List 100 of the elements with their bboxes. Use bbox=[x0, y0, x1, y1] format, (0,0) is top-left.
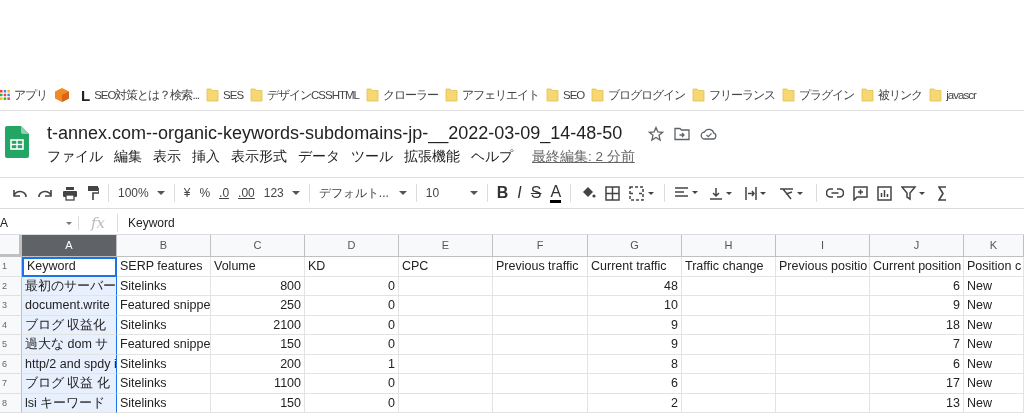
column-header[interactable]: C bbox=[211, 235, 305, 257]
row-number[interactable]: 7 bbox=[0, 374, 22, 394]
column-header[interactable]: H bbox=[682, 235, 776, 257]
bookmark-item[interactable]: アプリ bbox=[0, 87, 47, 103]
column-header[interactable]: B bbox=[117, 235, 211, 257]
column-header[interactable]: G bbox=[588, 235, 682, 257]
bookmark-folder[interactable]: プラグイン bbox=[782, 87, 855, 103]
bookmark-folder[interactable]: デザインCSSHTML bbox=[250, 87, 359, 103]
table-cell: New bbox=[964, 393, 1024, 413]
cube-icon[interactable] bbox=[54, 87, 70, 103]
comment-icon[interactable] bbox=[853, 185, 869, 201]
table-cell: 17 bbox=[870, 374, 964, 394]
row-number[interactable]: 3 bbox=[0, 296, 22, 316]
column-header[interactable]: A bbox=[22, 235, 117, 257]
chart-icon[interactable] bbox=[877, 185, 893, 201]
column-header[interactable]: K bbox=[964, 235, 1024, 257]
sheets-logo-icon[interactable] bbox=[5, 126, 29, 158]
folder-icon bbox=[366, 88, 379, 102]
undo-icon[interactable] bbox=[12, 187, 28, 199]
row-number[interactable]: 1 bbox=[0, 257, 22, 277]
bookmark-folder[interactable]: クローラー bbox=[366, 87, 438, 103]
table-cell: Featured snippe bbox=[117, 335, 211, 355]
menu-item[interactable]: 編集 bbox=[114, 148, 142, 166]
column-header[interactable]: F bbox=[493, 235, 588, 257]
zoom-dropdown[interactable]: 100% bbox=[118, 186, 165, 200]
name-box[interactable]: A bbox=[0, 216, 79, 230]
row-number[interactable]: 8 bbox=[0, 393, 22, 413]
column-header[interactable]: E bbox=[399, 235, 493, 257]
redo-icon[interactable] bbox=[37, 187, 53, 199]
row-number[interactable]: 2 bbox=[0, 276, 22, 296]
row-number[interactable]: 6 bbox=[0, 354, 22, 374]
table-cell: 9 bbox=[588, 335, 682, 355]
table-cell: 0 bbox=[305, 335, 399, 355]
star-icon[interactable] bbox=[648, 125, 665, 142]
folder-icon bbox=[929, 88, 943, 102]
paint-format-icon[interactable] bbox=[87, 185, 99, 201]
bookmark-folder[interactable]: 被リンク bbox=[861, 87, 923, 103]
folder-icon bbox=[250, 88, 264, 102]
bookmark-folder[interactable]: SEO bbox=[546, 88, 585, 102]
menu-item[interactable]: 表示形式 bbox=[231, 148, 287, 166]
menu-item[interactable]: 挿入 bbox=[192, 148, 220, 166]
bookmark-folder[interactable]: javascr bbox=[929, 88, 976, 102]
table-cell: Sitelinks bbox=[117, 374, 211, 394]
table-cell: New bbox=[964, 296, 1024, 316]
bold-button[interactable]: B bbox=[496, 184, 509, 202]
table-cell: 6 bbox=[588, 374, 682, 394]
font-size-dropdown[interactable]: 10 bbox=[425, 186, 478, 200]
table-cell: Previous positio bbox=[776, 257, 870, 277]
table-cell: 0 bbox=[305, 296, 399, 316]
table-cell: CPC bbox=[399, 257, 493, 277]
bookmark-folder[interactable]: ブログログイン bbox=[591, 87, 686, 103]
table-cell: 過大な dom サ bbox=[22, 335, 117, 355]
number-format-dropdown[interactable]: 123 bbox=[263, 186, 300, 200]
table-cell: 8 bbox=[588, 354, 682, 374]
increase-decimals-button[interactable]: .00 bbox=[238, 186, 255, 200]
last-edit-link[interactable]: 最終編集: 2 分前 bbox=[532, 148, 635, 166]
sum-icon[interactable] bbox=[938, 185, 947, 201]
font-dropdown[interactable]: デフォルト... bbox=[318, 184, 407, 202]
bookmark-folder[interactable]: フリーランス bbox=[692, 87, 776, 103]
italic-button[interactable]: I bbox=[517, 184, 522, 202]
text-color-button[interactable]: A bbox=[550, 183, 562, 203]
table-cell: Current traffic bbox=[588, 257, 682, 277]
merge-cells-icon[interactable] bbox=[629, 185, 656, 201]
formula-input[interactable]: Keyword bbox=[118, 216, 175, 230]
menu-item[interactable]: 表示 bbox=[153, 148, 181, 166]
table-cell: lsi キーワード bbox=[22, 393, 117, 413]
document-title[interactable]: t-annex.com--organic-keywords-subdomains-jp-__2022-03-09_14-48-50 bbox=[47, 123, 623, 144]
table-cell: 10 bbox=[588, 296, 682, 316]
table-cell: 13 bbox=[870, 393, 964, 413]
folder-icon bbox=[206, 88, 220, 102]
strikethrough-button[interactable]: S bbox=[530, 184, 542, 202]
folder-move-icon[interactable] bbox=[674, 126, 691, 141]
bookmark-item[interactable]: L SEO対策とは？検索... bbox=[77, 86, 200, 104]
menu-item[interactable]: ファイル bbox=[47, 148, 103, 166]
menu-item[interactable]: 拡張機能 bbox=[404, 148, 460, 166]
table-cell: 7 bbox=[870, 335, 964, 355]
fx-label: fx bbox=[79, 214, 118, 232]
decrease-decimals-button[interactable]: .0 bbox=[219, 186, 230, 200]
menu-item[interactable]: ツール bbox=[351, 148, 393, 166]
row-number[interactable]: 4 bbox=[0, 315, 22, 335]
folder-icon bbox=[546, 88, 559, 102]
menu-item[interactable]: データ bbox=[298, 148, 340, 166]
column-header[interactable]: J bbox=[870, 235, 964, 257]
menu-item[interactable]: ヘルプ bbox=[471, 148, 513, 166]
cloud-check-icon[interactable] bbox=[700, 126, 719, 141]
row-number[interactable]: 5 bbox=[0, 335, 22, 355]
table-cell: Position c bbox=[964, 257, 1024, 277]
currency-button[interactable]: ¥ bbox=[183, 186, 191, 200]
bookmark-folder[interactable]: SES bbox=[206, 88, 244, 102]
table-cell: 150 bbox=[211, 393, 305, 413]
table-cell: ブログ 収益化 bbox=[22, 315, 117, 335]
print-icon[interactable] bbox=[62, 185, 78, 201]
align-left-icon[interactable] bbox=[674, 186, 701, 200]
table-cell: Sitelinks bbox=[117, 354, 211, 374]
column-header[interactable]: D bbox=[305, 235, 399, 257]
link-icon[interactable] bbox=[826, 188, 845, 198]
bookmark-folder[interactable]: アフェリエイト bbox=[445, 87, 539, 103]
column-header[interactable]: I bbox=[776, 235, 870, 257]
borders-icon[interactable] bbox=[605, 185, 621, 201]
percent-button[interactable]: % bbox=[199, 186, 211, 200]
